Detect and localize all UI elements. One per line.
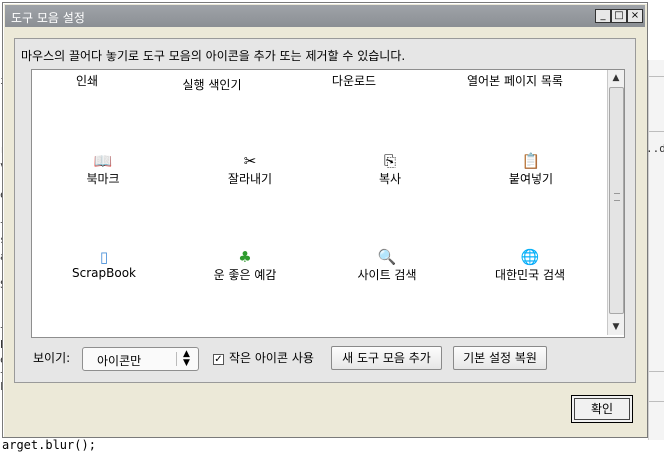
search-site-icon: 🔍 [377,248,397,266]
paste-icon: 📋 [521,152,541,170]
title-bar[interactable]: 도구 모음 설정 _ □ × [5,5,645,27]
book-icon: 📖 [93,152,113,170]
customize-toolbar-dialog: 도구 모음 설정 _ □ × 마우스의 끌어다 놓기로 도구 모음의 아이콘을 … [2,2,648,438]
clover-icon: ♣ [238,248,252,266]
small-icons-checkbox[interactable]: ✓ [213,354,224,365]
window-title: 도구 모음 설정 [11,11,85,25]
toolbar-item-downloads[interactable]: 다운로드 [294,72,414,89]
toolbar-item-bookmarks[interactable]: 📖 북마크 [43,152,163,187]
toolbar-item-history[interactable]: 열어본 페이지 목록 [450,72,580,89]
ok-button[interactable]: 확인 [571,395,633,423]
show-mode-select[interactable]: 아이콘만 ▲ ▼ [82,347,199,371]
palette-scrollbar[interactable]: ▲ ▼ [607,70,624,335]
select-updown-icon: ▲ ▼ [183,349,190,368]
toolbar-item-label: 인쇄 [75,74,99,88]
toolbar-item-label: 실행 색인기 [182,78,242,92]
scroll-up-arrow-icon[interactable]: ▲ [608,70,624,86]
minimize-button[interactable]: _ [595,9,611,23]
toolbar-item-label: 붙여넣기 [508,172,554,186]
maximize-button[interactable]: □ [611,9,627,23]
scroll-down-arrow-icon[interactable]: ▼ [608,319,624,335]
toolbar-item-cut[interactable]: ✂ 잘라내기 [190,152,310,187]
show-label: 보이기: [33,351,71,365]
restore-default-button[interactable]: 기본 설정 복원 [453,346,547,370]
ok-button-label: 확인 [590,402,614,416]
globe-icon: 🌐 [520,248,540,266]
background-right-text: ..d [646,142,664,155]
toolbar-item-label: 다운로드 [331,74,377,88]
toolbar-item-site-search[interactable]: 🔍 사이트 검색 [327,248,447,283]
toolbar-item-label: 열어본 페이지 목록 [467,74,563,88]
copy-icon: ⎘ [383,152,396,170]
toolbar-item-label: 잘라내기 [227,172,273,186]
toolbar-palette: 인쇄 실행 색인기 다운로드 열어본 페이지 목록 📖 북마크 ✂ 잘라내기 ⎘… [31,69,625,338]
add-toolbar-button[interactable]: 새 도구 모음 추가 [331,346,442,370]
scrollbar-thumb[interactable] [609,87,624,314]
scrapbook-icon: ▯ [99,248,109,266]
toolbar-item-run-indexer[interactable]: 실행 색인기 [152,76,272,93]
toolbar-item-label: 운 좋은 예감 [213,268,277,282]
background-right-panel [648,60,664,440]
toolbar-item-copy[interactable]: ⎘ 복사 [330,152,450,187]
show-mode-value: 아이콘만 [97,354,142,368]
toolbar-item-label: 사이트 검색 [357,268,417,282]
close-button[interactable]: × [627,9,643,23]
toolbar-item-paste[interactable]: 📋 붙여넣기 [471,152,591,187]
toolbar-item-label: 대한민국 검색 [494,268,566,282]
toolbar-item-label: 북마크 [86,172,120,186]
toolbar-item-label: 복사 [378,172,402,186]
instructions-text: 마우스의 끌어다 놓기로 도구 모음의 아이콘을 추가 또는 제거할 수 있습니… [21,49,406,63]
toolbar-item-lucky[interactable]: ♣ 운 좋은 예감 [185,248,305,283]
toolbar-item-scrapbook[interactable]: ▯ ScrapBook [44,248,164,280]
small-icons-label[interactable]: 작은 아이콘 사용 [229,349,314,366]
toolbar-item-label: ScrapBook [72,266,136,280]
scissors-icon: ✂ [243,152,257,170]
toolbar-item-korea-search[interactable]: 🌐 대한민국 검색 [470,248,590,283]
toolbar-item-print[interactable]: 인쇄 [27,72,147,89]
